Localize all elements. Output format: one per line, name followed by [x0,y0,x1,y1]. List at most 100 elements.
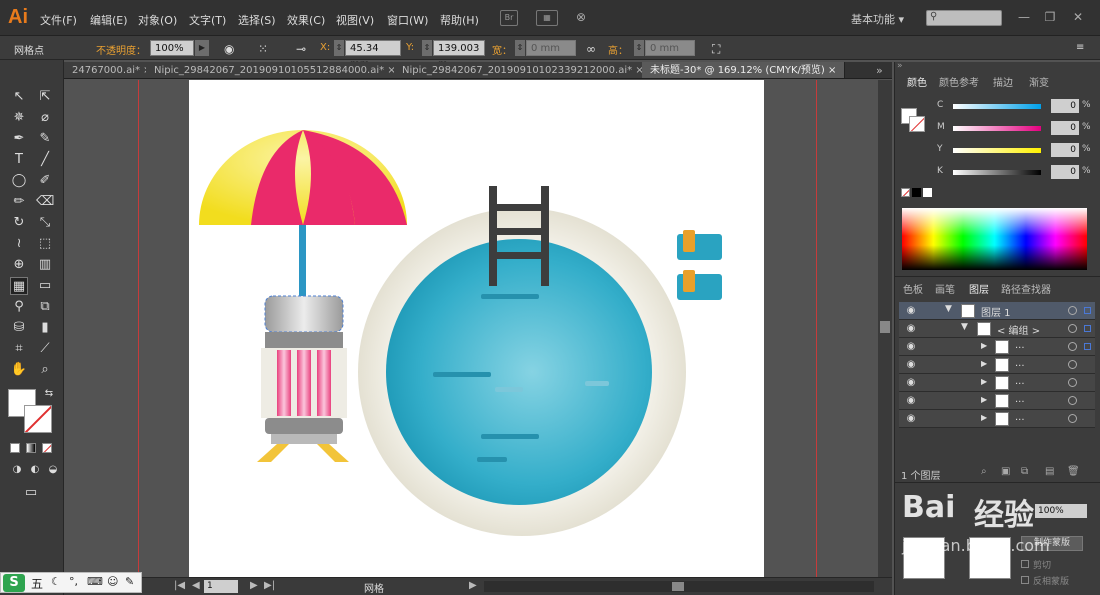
expand-arrow-icon[interactable]: ▶ [981,395,987,404]
align-to-icon[interactable]: ⊸ [296,42,306,56]
gradient-mode-icon[interactable] [26,443,36,453]
transparency-opacity-field[interactable]: 100% [1035,504,1087,518]
ime-mode[interactable]: 五 [31,575,43,592]
tab-document-3[interactable]: Nipic_29842067_20190910102339212000.ai* … [394,62,653,78]
menu-effect[interactable]: 效果(C) [287,12,325,28]
magenta-slider[interactable]: M 0 % [937,121,1091,136]
curvature-tool-icon[interactable]: ✎ [36,130,54,148]
visibility-eye-icon[interactable]: ◉ [903,305,919,317]
next-artboard-icon[interactable]: ▶ [250,580,258,591]
recolor-icon[interactable]: ◉ [224,42,234,56]
layer-row-item[interactable]: ◉ ▶ ... [899,356,1095,374]
expand-arrow-icon[interactable]: ▶ [981,413,987,422]
tab-color-guide[interactable]: 颜色参考 [939,74,979,89]
layer-name[interactable]: ... [1015,412,1025,423]
visibility-eye-icon[interactable]: ◉ [903,395,919,407]
new-sublayer-icon[interactable]: ⧉ [1021,466,1028,477]
tab-document-active[interactable]: 未标题-30* @ 169.12% (CMYK/预览) × [642,62,846,78]
expand-arrow-icon[interactable]: ▼ [945,304,952,314]
draw-behind-icon[interactable]: ◐ [26,461,44,479]
target-circle-icon[interactable] [1068,324,1077,333]
selection-square-icon[interactable] [1084,343,1091,350]
layer-row-item[interactable]: ◉ ▶ ... [899,374,1095,392]
menu-object[interactable]: 对象(O) [138,12,177,28]
width-stepper[interactable]: ⇕ [515,40,525,56]
status-menu-icon[interactable]: ▶ [469,580,477,591]
gpu-performance-icon[interactable]: ⊗ [572,10,590,26]
swap-fill-stroke-icon[interactable]: ⇆ [40,385,58,403]
new-layer-icon[interactable]: ▤ [1045,466,1054,477]
selection-square-icon[interactable] [1084,307,1091,314]
rotate-tool-icon[interactable]: ↻ [10,214,28,232]
chart-tool-icon[interactable]: ▥ [36,256,54,274]
symbol-sprayer-tool-icon[interactable]: ⛁ [10,319,28,337]
shape-builder-tool-icon[interactable]: ⊕ [10,256,28,274]
draw-inside-icon[interactable]: ◒ [44,461,62,479]
maximize-button[interactable]: ❐ [1040,9,1060,25]
artboard[interactable] [189,80,764,577]
layer-name[interactable]: ... [1015,358,1025,369]
color-spectrum[interactable] [902,208,1087,270]
selection-square-icon[interactable] [1084,325,1091,332]
opacity-dropdown[interactable]: ▶ [195,40,209,56]
target-circle-icon[interactable] [1068,414,1077,423]
target-circle-icon[interactable] [1068,342,1077,351]
slider-track[interactable] [953,148,1041,153]
width-field[interactable]: 0 mm [526,40,576,56]
slider-track[interactable] [953,104,1041,109]
link-icon[interactable]: ∞ [586,42,596,56]
clipping-mask-icon[interactable]: ▣ [1001,466,1010,477]
menu-file[interactable]: 文件(F) [40,12,77,28]
expand-arrow-icon[interactable]: ▶ [981,377,987,386]
towel-stack[interactable] [677,230,722,300]
tab-color[interactable]: 颜色 [907,74,927,89]
vertical-scrollbar[interactable] [878,80,892,577]
panel-stroke-swatch[interactable] [909,116,925,132]
opacity-field[interactable]: 100% [150,40,194,56]
x-stepper[interactable]: ⇕ [334,40,344,56]
hand-tool-icon[interactable]: ✋ [10,361,28,379]
visibility-eye-icon[interactable]: ◉ [903,341,919,353]
expand-arrow-icon[interactable]: ▶ [981,359,987,368]
menu-help[interactable]: 帮助(H) [440,12,479,28]
layer-row-item[interactable]: ◉ ▶ ... [899,338,1095,356]
eraser-tool-icon[interactable]: ⌫ [36,193,54,211]
first-artboard-icon[interactable]: |◀ [174,580,185,591]
paintbrush-tool-icon[interactable]: ✐ [36,172,54,190]
pencil-tool-icon[interactable]: ✏ [10,193,28,211]
tab-layers[interactable]: 图层 [969,281,989,296]
cyan-slider[interactable]: C 0 % [937,99,1091,114]
type-tool-icon[interactable]: T [10,151,28,169]
make-mask-button[interactable]: 制作蒙版 [1021,536,1083,551]
scrollbar-thumb[interactable] [880,321,890,333]
settings-icon[interactable]: ✎ [125,575,134,588]
artwork[interactable] [189,80,764,577]
tab-brushes[interactable]: 画笔 [935,281,955,296]
close-window-button[interactable]: ✕ [1068,9,1088,25]
keyboard-icon[interactable]: ⌨ [87,575,103,588]
ime-toolbar[interactable]: S 五 ☾ °, ⌨ ☺ ✎ [0,572,142,593]
mesh-tool-icon[interactable]: ▦ [10,277,28,295]
tab-document-2[interactable]: Nipic_29842067_20190910105512884000.ai* … [146,62,405,78]
eyedropper-tool-icon[interactable]: ⚲ [10,298,28,316]
target-circle-icon[interactable] [1068,396,1077,405]
heater-stand[interactable] [257,295,349,462]
artboard-tool-icon[interactable]: ⌗ [10,340,28,358]
tab-pathfinder[interactable]: 路径查找器 [1001,281,1051,296]
ellipse-tool-icon[interactable]: ◯ [10,172,28,190]
visibility-eye-icon[interactable]: ◉ [903,359,919,371]
visibility-eye-icon[interactable]: ◉ [903,377,919,389]
stroke-swatch[interactable] [24,405,52,433]
menu-edit[interactable]: 编辑(E) [90,12,128,28]
blend-tool-icon[interactable]: ⧉ [36,298,54,316]
draw-normal-icon[interactable]: ◑ [8,461,26,479]
expand-arrow-icon[interactable]: ▶ [981,341,987,350]
transform-points-icon[interactable]: ⁙ [258,42,268,56]
collapse-panels-icon[interactable]: » [897,61,903,71]
none-color-icon[interactable] [901,188,910,197]
width-tool-icon[interactable]: ≀ [10,235,28,253]
y-stepper[interactable]: ⇕ [422,40,432,56]
free-transform-tool-icon[interactable]: ⬚ [36,235,54,253]
channel-value-field[interactable]: 0 [1051,99,1079,113]
horizontal-scrollbar[interactable] [484,581,874,592]
